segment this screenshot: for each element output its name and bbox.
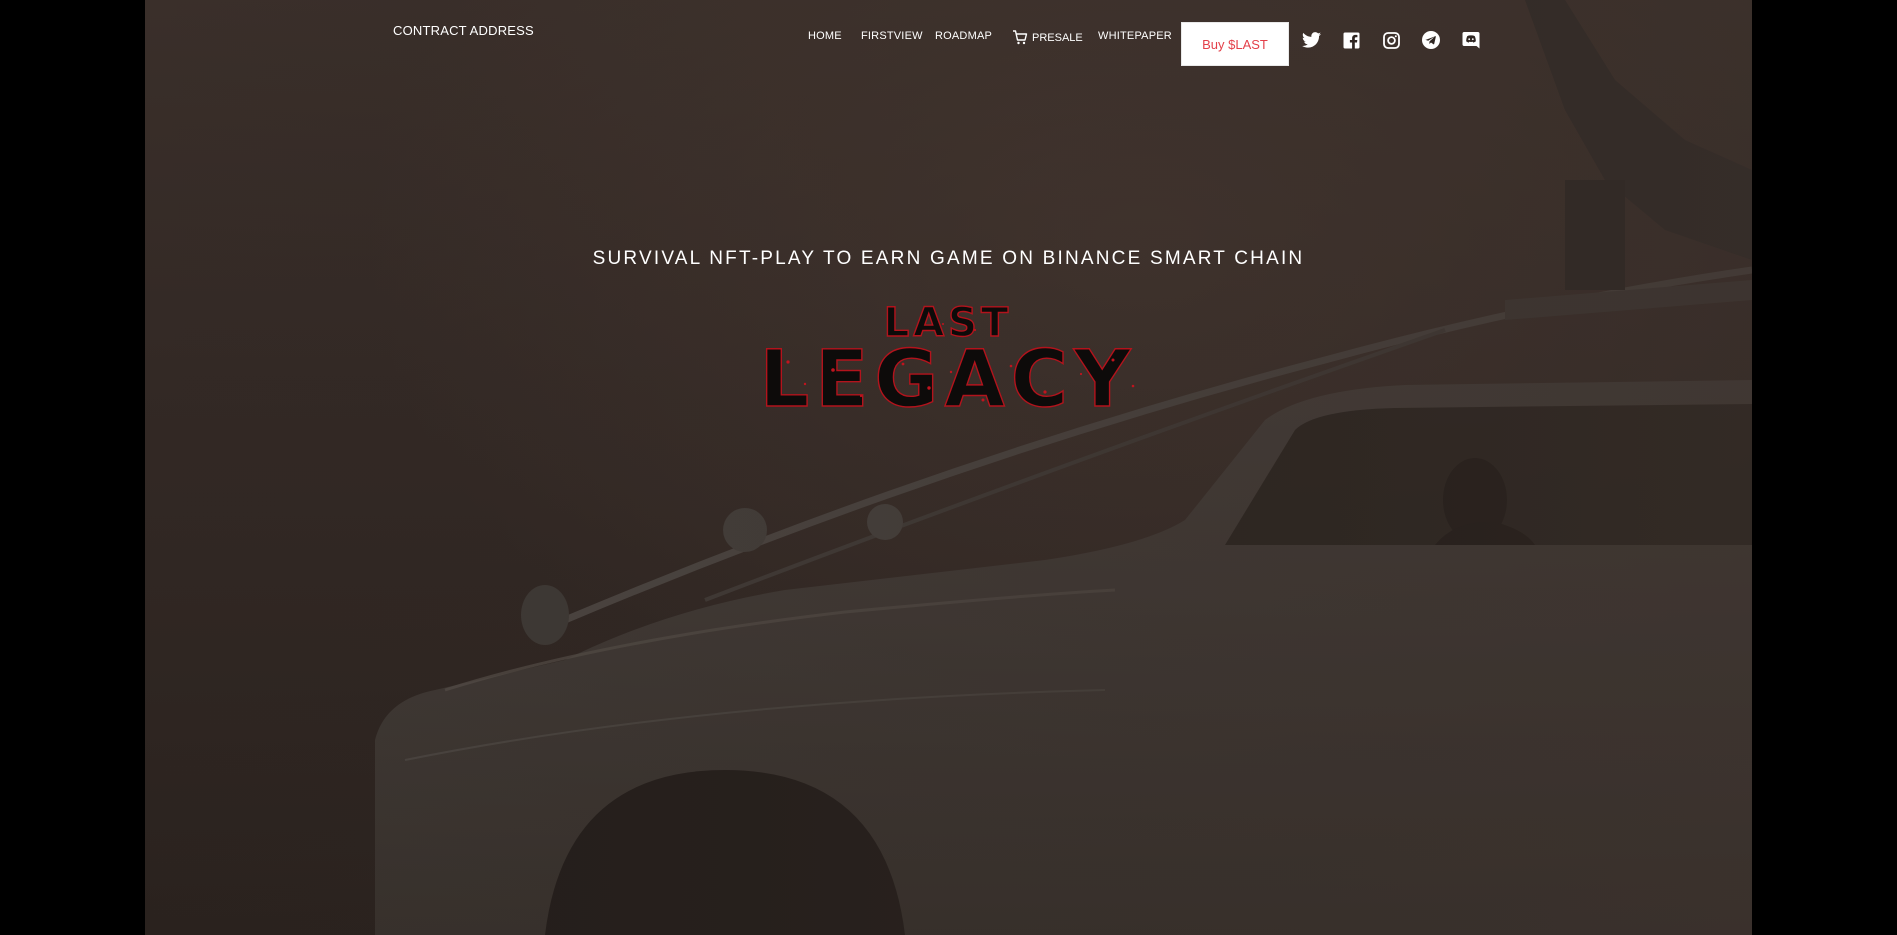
last-legacy-logo: LAST LEGACY xyxy=(759,300,1136,415)
facebook-icon[interactable] xyxy=(1341,30,1361,50)
nav-roadmap[interactable]: ROADMAP xyxy=(935,30,992,42)
discord-icon[interactable] xyxy=(1461,30,1481,50)
nav-home[interactable]: HOME xyxy=(808,30,842,42)
instagram-icon[interactable] xyxy=(1381,30,1401,50)
hero-section: CONTRACT ADDRESS HOME FIRSTVIEW ROADMAP … xyxy=(145,0,1752,935)
hero-tagline: SURVIVAL NFT-PLAY TO EARN GAME ON BINANC… xyxy=(592,248,1305,269)
nav-whitepaper[interactable]: WHITEPAPER xyxy=(1098,30,1172,42)
cart-icon xyxy=(1013,30,1028,45)
logo-line-legacy: LEGACY xyxy=(759,335,1136,415)
nav-presale-label: PRESALE xyxy=(1032,31,1083,44)
twitter-icon[interactable] xyxy=(1301,30,1321,50)
nav-presale[interactable]: PRESALE xyxy=(1012,30,1083,45)
nav-firstview[interactable]: FIRSTVIEW xyxy=(861,30,923,42)
buy-last-button[interactable]: Buy $LAST xyxy=(1181,22,1289,66)
page: CONTRACT ADDRESS HOME FIRSTVIEW ROADMAP … xyxy=(0,0,1897,935)
contract-address-link[interactable]: CONTRACT ADDRESS xyxy=(393,23,534,38)
hero-background-image xyxy=(145,0,1752,935)
telegram-icon[interactable] xyxy=(1421,30,1441,50)
